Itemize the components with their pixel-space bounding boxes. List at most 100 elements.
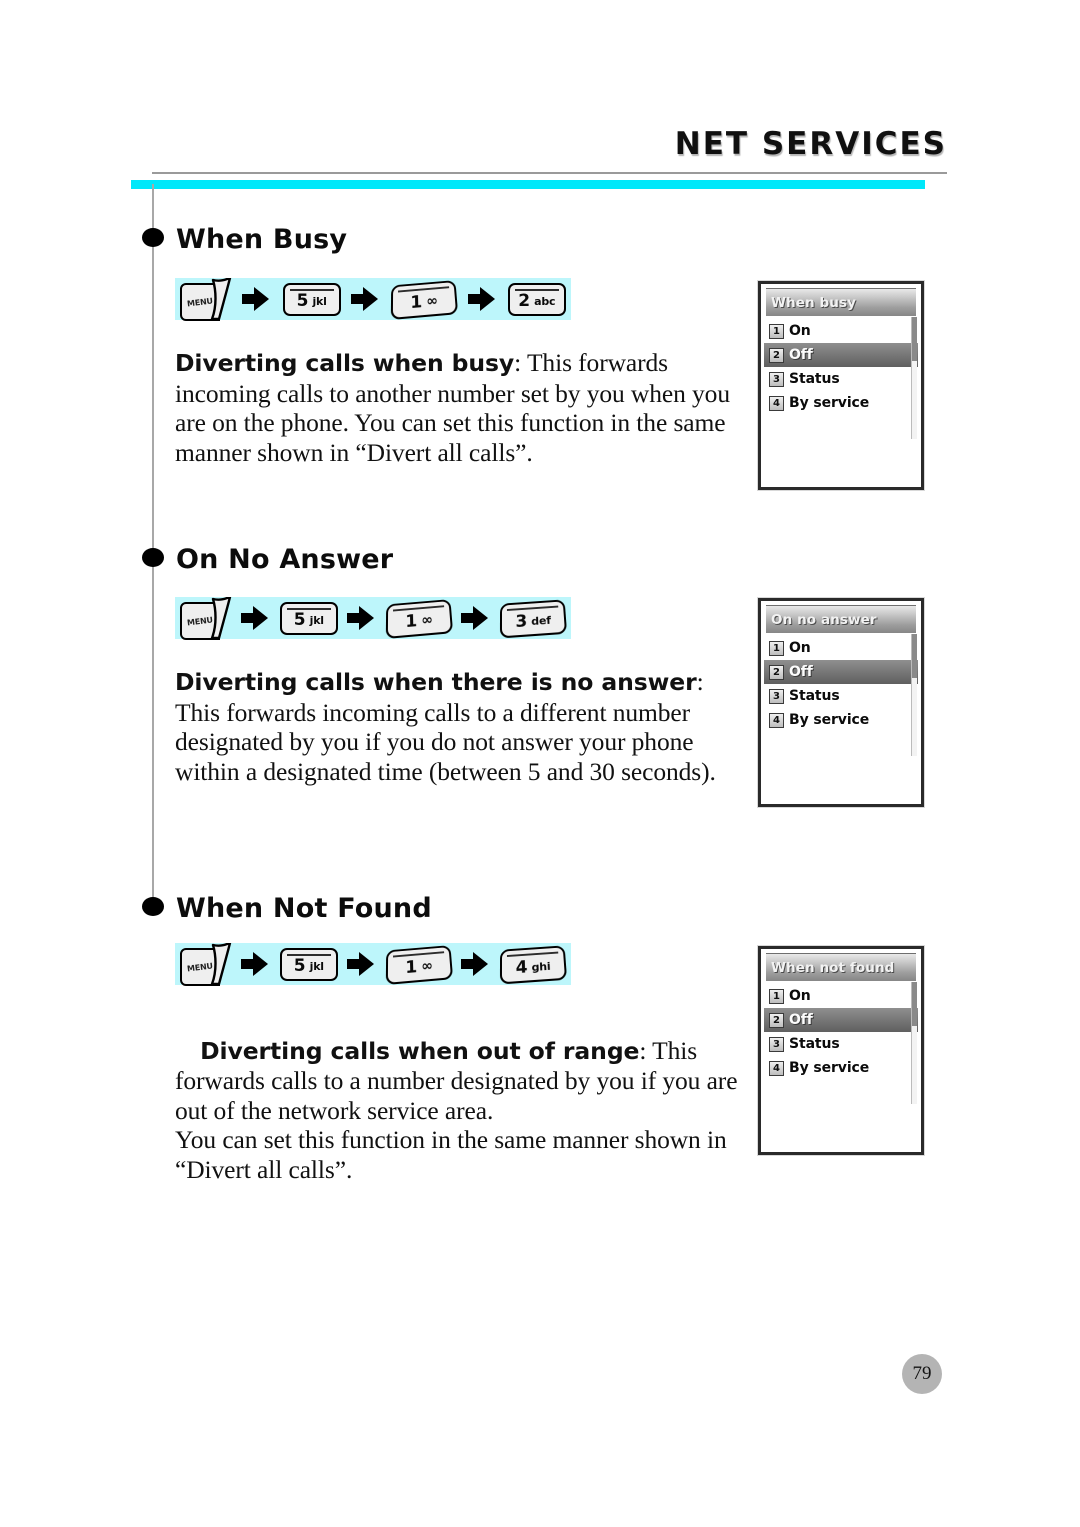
phone-menu-item-label: Off [789,664,813,680]
key-menu: MENU [180,278,232,321]
key-digit: 5 [293,956,306,976]
key-slot: 1 ∞ [391,279,459,320]
section-heading-2: On No Answer [176,544,394,575]
phone-menu-item-number: 2 [769,1012,784,1028]
phone-menu-item-number: 1 [769,988,784,1004]
phone-menu-item-label: On [789,323,811,339]
phone-menu-item[interactable]: 2 Off [764,660,918,684]
key-letters: abc [534,295,556,308]
phone-screen-title: On no answer [771,611,877,628]
key-digit: 5 [293,610,306,630]
arrow-icon [240,605,271,631]
phone-menu-item[interactable]: 1 On [764,319,918,343]
section-body-1: Diverting calls when busy: This forwards… [175,348,753,467]
key-letters: jkl [312,295,327,308]
phone-menu-item-number: 1 [769,323,784,339]
section-body-2: Diverting calls when there is no answer:… [175,667,753,786]
body-lead-2: Diverting calls when there is no answer [175,668,697,696]
key-1: 1 ∞ [385,598,454,639]
phone-menu-item-number: 4 [769,395,784,411]
phone-menu-item-number: 3 [769,688,784,704]
phone-screen-titlebar: On no answer [766,605,916,633]
phone-menu-item-number: 4 [769,712,784,728]
phone-scrollbar-thumb[interactable] [912,634,917,678]
phone-menu-list: 1 On 2 Off 3 Status 4 By service [764,984,918,1080]
phone-menu-item[interactable]: 3 Status [764,367,918,391]
key-1: 1 ∞ [385,944,454,985]
phone-menu-item-label: Off [789,1012,813,1028]
section-body-3: Diverting calls when out of range: This … [175,1006,753,1214]
phone-menu-item[interactable]: 3 Status [764,684,918,708]
phone-menu-item[interactable]: 4 By service [764,1056,918,1080]
key-slot: 1 ∞ [385,944,454,985]
key-sequence-2: MENU 5 jkl 1 ∞ 3 def [175,597,571,640]
phone-menu-item-label: Off [789,347,813,363]
phone-menu-item-label: By service [789,712,870,728]
key-digit: 1 [405,956,418,978]
phone-screen-title: When busy [771,294,856,311]
phone-menu-item-number: 2 [769,347,784,363]
key-digit: 3 [515,610,528,632]
phone-menu-item-number: 3 [769,1036,784,1052]
phone-menu-item-number: 3 [769,371,784,387]
key-slot: 2 abc [507,282,566,316]
phone-menu-item[interactable]: 3 Status [764,1032,918,1056]
arrow-icon [240,951,271,977]
page-number-badge: 79 [902,1354,942,1394]
phone-menu-item-label: By service [789,1060,870,1076]
key-5: 5 jkl [279,601,338,635]
key-1: 1 ∞ [391,279,459,320]
key-slot: 3 def [500,598,568,638]
phone-menu-item-label: Status [789,1036,840,1052]
phone-menu-item[interactable]: 4 By service [764,708,918,732]
key-digit: 4 [515,956,529,978]
arrow-icon [346,951,377,977]
key-slot: 5 jkl [282,282,341,316]
phone-screen-content: On no answer 1 On 2 Off 3 Status 4 By service [764,604,918,801]
phone-screen-content: When busy 1 On 2 Off 3 Status 4 By service [764,287,918,484]
phone-menu-item-number: 4 [769,1060,784,1076]
key-sequence-3: MENU 5 jkl 1 ∞ 4 ghi [175,943,571,986]
section-bullet-2 [142,548,164,567]
phone-menu-item[interactable]: 1 On [764,984,918,1008]
header-accent-bar [131,180,925,189]
phone-menu-list: 1 On 2 Off 3 Status 4 By service [764,636,918,732]
key-letters: jkl [309,614,324,627]
page-title: NET SERVICES [674,126,947,162]
key-digit: 1 [410,291,423,313]
phone-scrollbar-thumb[interactable] [912,317,917,361]
section-heading-3: When Not Found [176,893,432,924]
manual-page: NET SERVICES When Busy On No Answer When… [0,0,1080,1527]
body-lead-3: Diverting calls when out of range [200,1036,640,1065]
body-lead-1: Diverting calls when busy [175,349,515,377]
key-digit: 2 [518,291,531,311]
key-slot: MENU [179,943,232,986]
key-5: 5 jkl [282,282,341,316]
section-heading-1: When Busy [176,224,348,255]
key-slot: MENU [180,278,232,321]
phone-menu-item[interactable]: 2 Off [764,343,918,367]
key-digit: 5 [296,291,309,311]
arrow-icon [461,951,491,977]
key-letters: def [531,612,552,628]
phone-screen-titlebar: When busy [766,288,916,316]
phone-screen-titlebar: When not found [766,953,916,981]
arrow-icon [350,286,381,312]
key-3: 3 def [500,598,568,638]
arrow-icon [461,605,491,631]
arrow-icon [242,286,272,312]
phone-menu-item[interactable]: 1 On [764,636,918,660]
key-slot: 5 jkl [279,947,338,981]
key-digit: 1 [405,610,418,632]
key-menu: MENU [179,943,232,986]
phone-menu-item[interactable]: 2 Off [764,1008,918,1032]
phone-menu-item[interactable]: 4 By service [764,391,918,415]
key-5: 5 jkl [279,947,338,981]
section-bullet-1 [142,228,164,247]
phone-menu-item-label: Status [789,371,840,387]
key-letters: ∞ [420,611,434,629]
phone-menu-item-label: Status [789,688,840,704]
phone-scrollbar-thumb[interactable] [912,982,917,1026]
phone-menu-item-label: On [789,640,811,656]
key-menu-flag-icon [210,597,231,639]
